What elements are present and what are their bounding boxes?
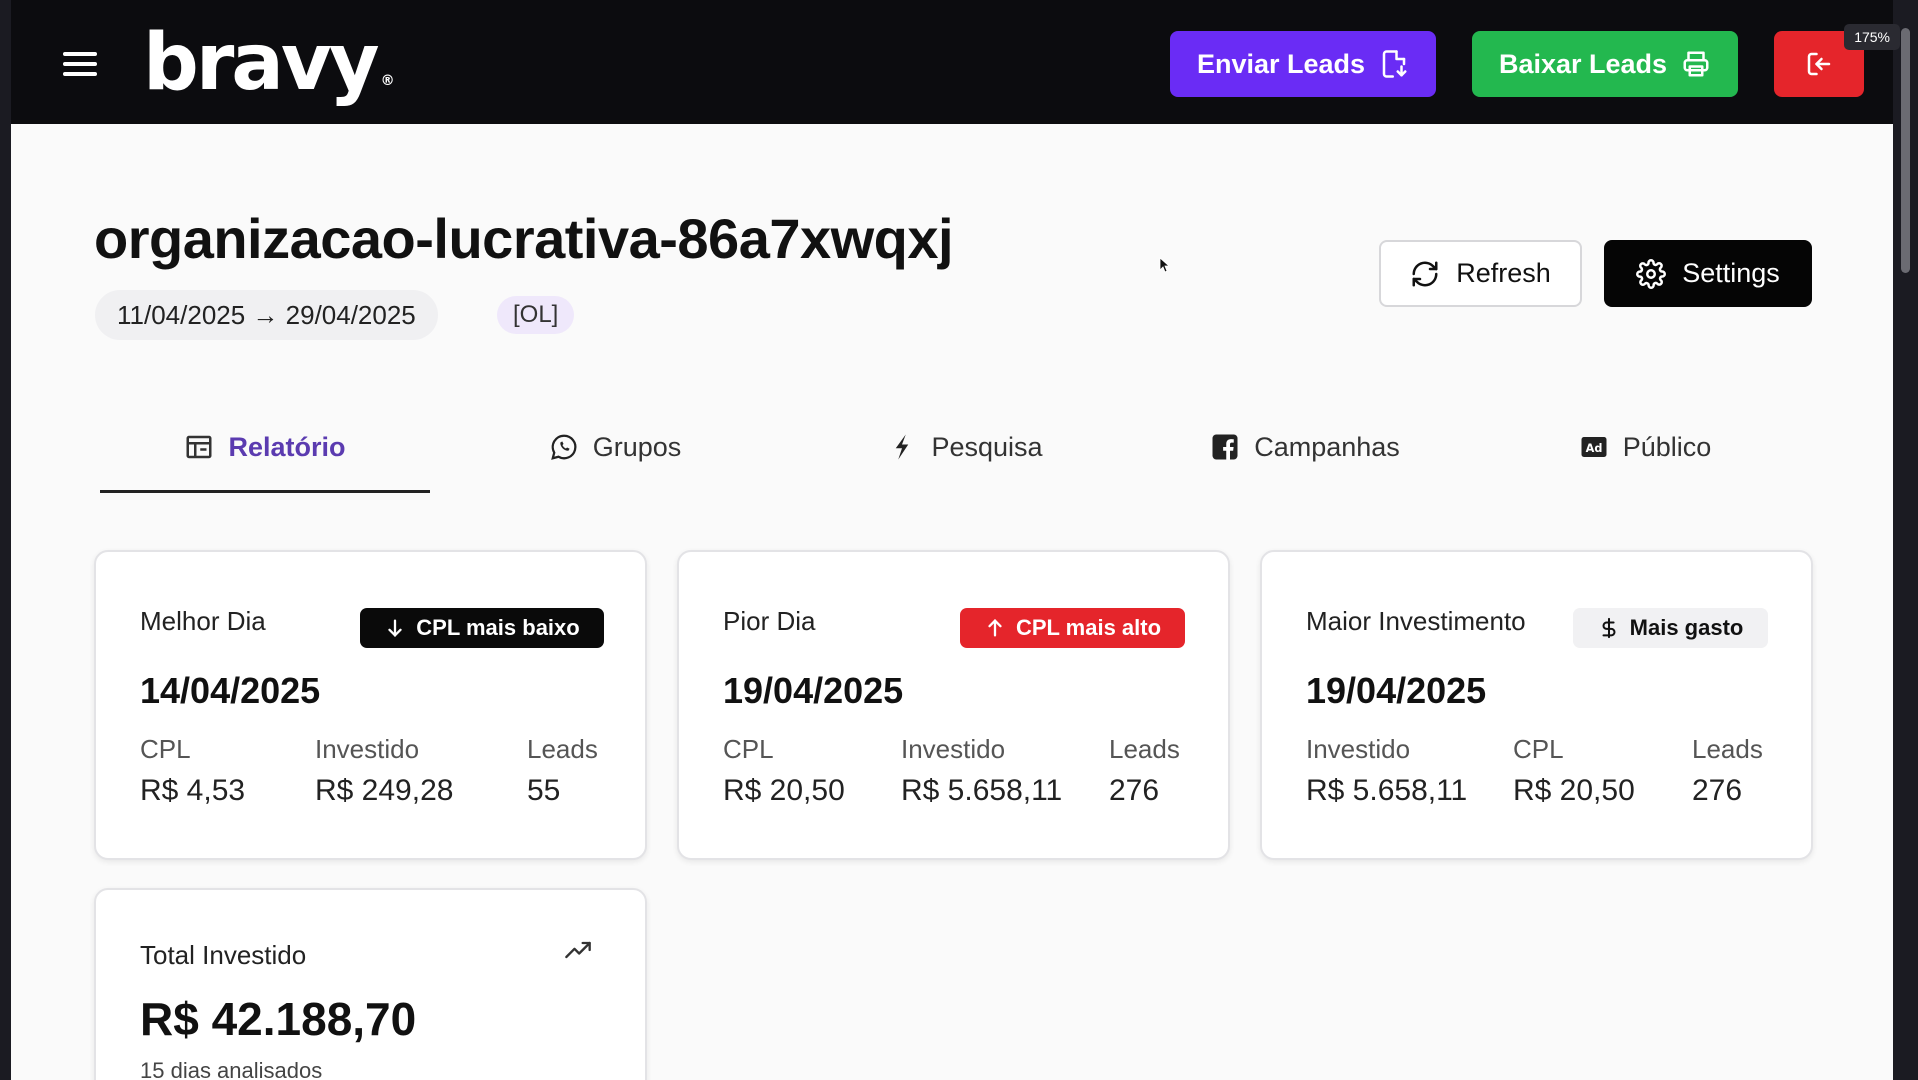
logo-text: bravy (143, 18, 380, 108)
badge-label: CPL mais alto (1015, 615, 1162, 640)
most-spent-badge: Mais gasto (1573, 608, 1768, 648)
send-leads-label: Enviar Leads (1196, 48, 1366, 79)
tab-label: Grupos (592, 431, 682, 462)
stat-label: CPL (723, 734, 774, 764)
tab-label: Campanhas (1254, 431, 1400, 462)
stat-value: R$ 249,28 (315, 774, 454, 807)
registered-mark: ® (380, 73, 395, 89)
stat-value: R$ 20,50 (723, 774, 845, 807)
zoom-level-badge: 175% (1844, 24, 1900, 50)
card-label: Total Investido (140, 940, 307, 970)
date-range-pill: 11/04/2025 → 29/04/2025 (95, 290, 438, 340)
download-leads-label: Baixar Leads (1498, 48, 1668, 79)
gear-icon (1636, 258, 1667, 289)
biggest-investment-card: Maior Investimento Mais gasto 19/04/2025… (1260, 550, 1813, 860)
best-day-card: Melhor Dia CPL mais baixo 14/04/2025 CPL… (94, 550, 647, 860)
refresh-button[interactable]: Refresh (1379, 240, 1582, 307)
stat-value: R$ 5.658,11 (1306, 774, 1468, 807)
stat-label: Leads (1109, 734, 1180, 764)
logout-icon (1807, 52, 1831, 76)
main-content: organizacao-lucrativa-86a7xwqxj 11/04/20… (11, 124, 1893, 1080)
report-tabs: Relatório Grupos Pesquisa Campanhas Ad P… (100, 402, 1810, 493)
badge-label: CPL mais baixo (416, 615, 580, 640)
ad-icon: Ad (1581, 437, 1607, 457)
report-icon (186, 435, 212, 459)
trending-up-icon (565, 941, 591, 959)
organization-tag: [OL] (497, 296, 575, 334)
refresh-icon (1412, 261, 1438, 286)
page-title: organizacao-lucrativa-86a7xwqxj (94, 207, 954, 270)
stat-label: CPL (1513, 734, 1564, 764)
scrollbar-thumb[interactable] (1901, 28, 1910, 273)
stat-value: R$ 4,53 (140, 774, 246, 807)
days-analyzed-text: 15 dias analisados (140, 1058, 323, 1080)
stat-label: CPL (140, 734, 191, 764)
card-label: Pior Dia (723, 606, 816, 636)
badge-label: Mais gasto (1629, 615, 1744, 640)
highest-cpl-badge: CPL mais alto (960, 608, 1185, 648)
settings-button[interactable]: Settings (1604, 240, 1812, 307)
refresh-label: Refresh (1456, 258, 1551, 288)
settings-label: Settings (1682, 258, 1780, 288)
menu-icon[interactable] (63, 52, 97, 76)
tab-grupos[interactable]: Grupos (450, 402, 780, 492)
lowest-cpl-badge: CPL mais baixo (360, 608, 604, 648)
tab-label: Relatório (228, 431, 346, 462)
window-frame-left (0, 0, 11, 1080)
active-tab-indicator (100, 490, 430, 493)
tab-publico[interactable]: Ad Público (1480, 402, 1810, 492)
download-leads-button[interactable]: Baixar Leads (1472, 31, 1738, 97)
arrow-down-icon (388, 619, 402, 637)
arrow-up-icon (988, 619, 1002, 637)
stat-label: Investido (1306, 734, 1411, 764)
stat-value: R$ 5.658,11 (901, 774, 1063, 807)
card-label: Maior Investimento (1306, 606, 1526, 636)
file-send-icon (1382, 50, 1407, 78)
stat-label: Leads (527, 734, 598, 764)
card-date: 14/04/2025 (140, 670, 321, 711)
tab-label: Público (1622, 431, 1712, 462)
scrollbar-track[interactable] (1893, 0, 1918, 1080)
stat-value: 55 (527, 774, 561, 807)
printer-icon (1683, 51, 1709, 77)
total-invested-card: Total Investido R$ 42.188,70 15 dias ana… (94, 888, 647, 1080)
worst-day-card: Pior Dia CPL mais alto 19/04/2025 CPL R$… (677, 550, 1230, 860)
mouse-cursor-icon (1159, 257, 1169, 273)
stat-value: R$ 20,50 (1513, 774, 1635, 807)
svg-text:Ad: Ad (1585, 442, 1602, 455)
dollar-icon (1602, 617, 1616, 639)
send-leads-button[interactable]: Enviar Leads (1170, 31, 1436, 97)
stat-label: Leads (1692, 734, 1763, 764)
card-date: 19/04/2025 (723, 670, 904, 711)
tab-pesquisa[interactable]: Pesquisa (800, 402, 1130, 492)
card-label: Melhor Dia (140, 606, 266, 636)
tab-relatorio[interactable]: Relatório (100, 402, 430, 492)
top-navbar: bravy ® Enviar Leads Baixar Leads (11, 0, 1893, 124)
stat-label: Investido (315, 734, 420, 764)
stat-value: 276 (1109, 774, 1160, 807)
card-date: 19/04/2025 (1306, 670, 1487, 711)
total-invested-value: R$ 42.188,70 (140, 993, 417, 1045)
stat-label: Investido (901, 734, 1006, 764)
bravy-logo[interactable]: bravy ® (143, 18, 395, 108)
lightning-icon (896, 434, 909, 460)
tab-campanhas[interactable]: Campanhas (1140, 402, 1470, 492)
stat-value: 276 (1692, 774, 1743, 807)
facebook-icon (1212, 434, 1238, 460)
whatsapp-icon (550, 434, 577, 460)
tab-label: Pesquisa (931, 431, 1043, 462)
